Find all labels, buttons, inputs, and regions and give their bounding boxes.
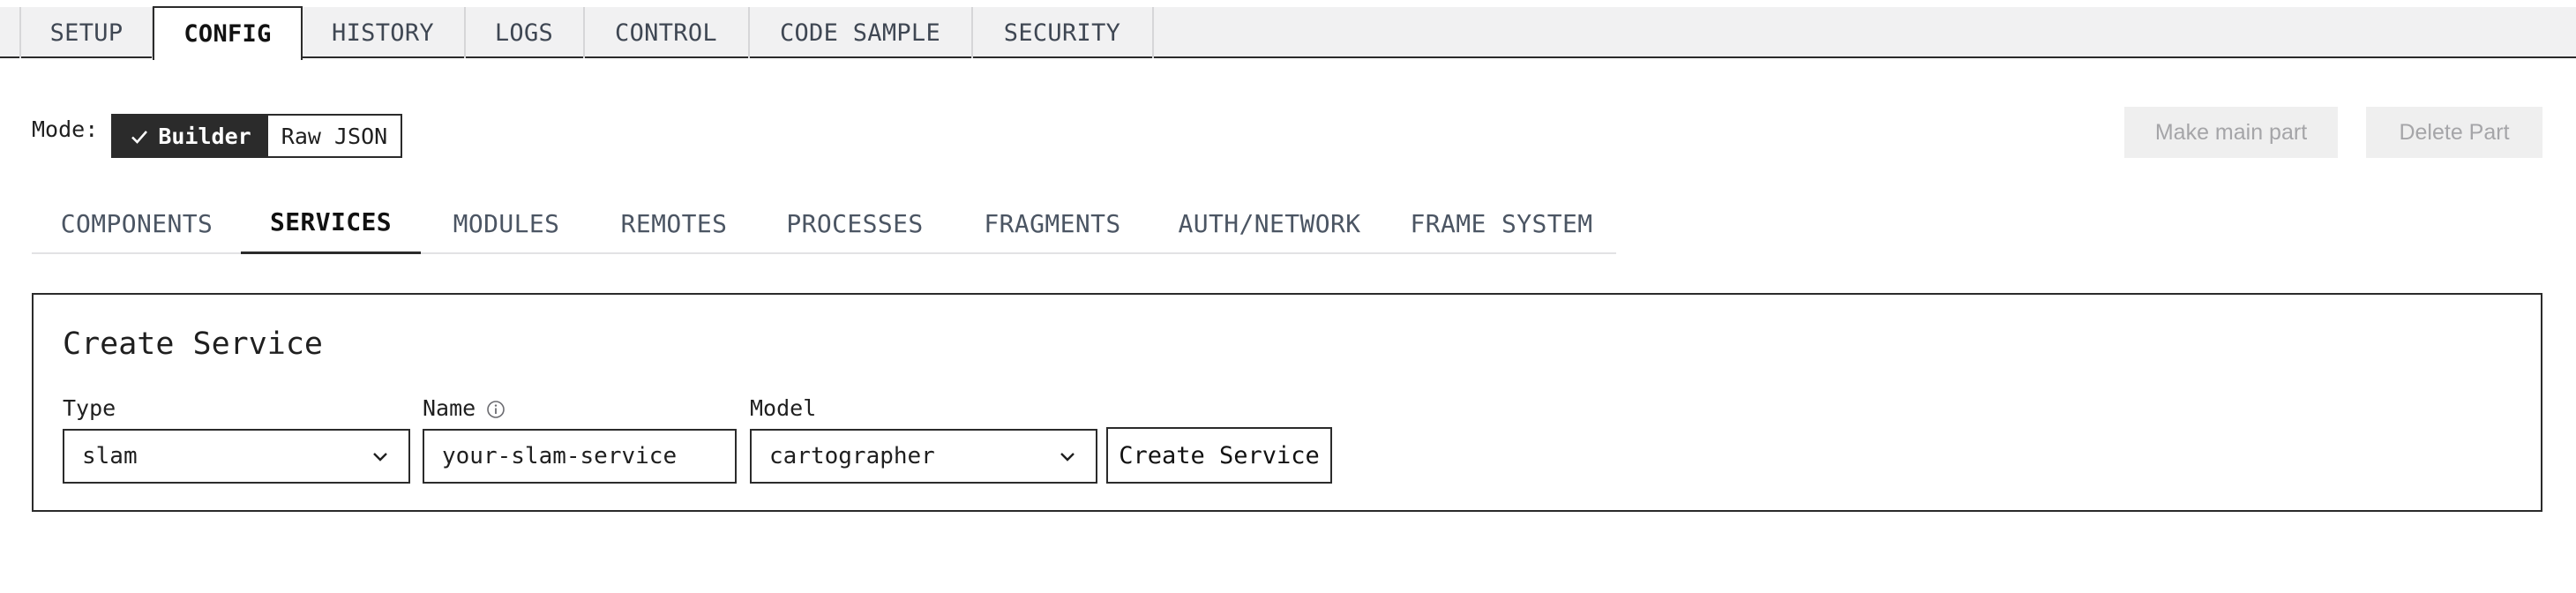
model-select-value: cartographer — [769, 443, 935, 469]
mode-label: Mode: — [32, 116, 99, 142]
type-label: Type — [63, 395, 116, 421]
type-select[interactable]: slam — [63, 429, 410, 484]
type-select-value: slam — [82, 443, 138, 469]
tab-control[interactable]: CONTROL — [584, 7, 750, 58]
tab-history[interactable]: HISTORY — [302, 7, 466, 58]
name-label-text: Name — [423, 395, 476, 421]
chevron-down-icon — [1057, 446, 1078, 467]
mode-toggle: Builder Raw JSON — [111, 114, 402, 158]
subtab-modules[interactable]: MODULES — [420, 192, 593, 254]
type-label-text: Type — [63, 395, 116, 421]
tab-setup[interactable]: SETUP — [19, 7, 154, 58]
mode-builder-option[interactable]: Builder — [113, 116, 268, 156]
delete-part-button[interactable]: Delete Part — [2366, 107, 2542, 158]
tab-security[interactable]: SECURITY — [972, 7, 1154, 58]
chevron-down-icon — [370, 446, 391, 467]
subtab-auth-network[interactable]: AUTH/NETWORK — [1150, 192, 1389, 254]
mode-builder-label: Builder — [158, 123, 251, 149]
model-label: Model — [750, 395, 816, 421]
subtab-frame-system[interactable]: FRAME SYSTEM — [1388, 192, 1615, 254]
model-label-text: Model — [750, 395, 817, 421]
card-title: Create Service — [63, 327, 324, 362]
subtab-components[interactable]: COMPONENTS — [32, 192, 242, 254]
tab-logs[interactable]: LOGS — [465, 7, 585, 58]
create-service-button[interactable]: Create Service — [1106, 427, 1332, 484]
sub-tab-bar: COMPONENTS SERVICES MODULES REMOTES PROC… — [32, 192, 1616, 254]
tab-code-sample[interactable]: CODE SAMPLE — [749, 7, 973, 58]
create-service-card: Create Service Type Name Model slam your… — [32, 293, 2542, 512]
name-input[interactable]: your-slam-service — [423, 429, 737, 484]
subtab-fragments[interactable]: FRAGMENTS — [954, 192, 1151, 254]
name-label: Name — [423, 395, 505, 421]
mode-raw-json-option[interactable]: Raw JSON — [268, 116, 401, 156]
check-icon — [130, 126, 149, 146]
top-tab-bar: SETUP CONFIG HISTORY LOGS CONTROL CODE S… — [0, 6, 2576, 60]
subtab-processes[interactable]: PROCESSES — [755, 192, 955, 254]
make-main-part-button[interactable]: Make main part — [2124, 107, 2338, 158]
subtab-remotes[interactable]: REMOTES — [592, 192, 756, 254]
model-select[interactable]: cartographer — [750, 429, 1097, 484]
info-icon[interactable] — [486, 399, 505, 418]
name-input-value: your-slam-service — [442, 443, 678, 469]
subtab-services[interactable]: SERVICES — [241, 192, 421, 254]
tab-config[interactable]: CONFIG — [153, 6, 303, 60]
